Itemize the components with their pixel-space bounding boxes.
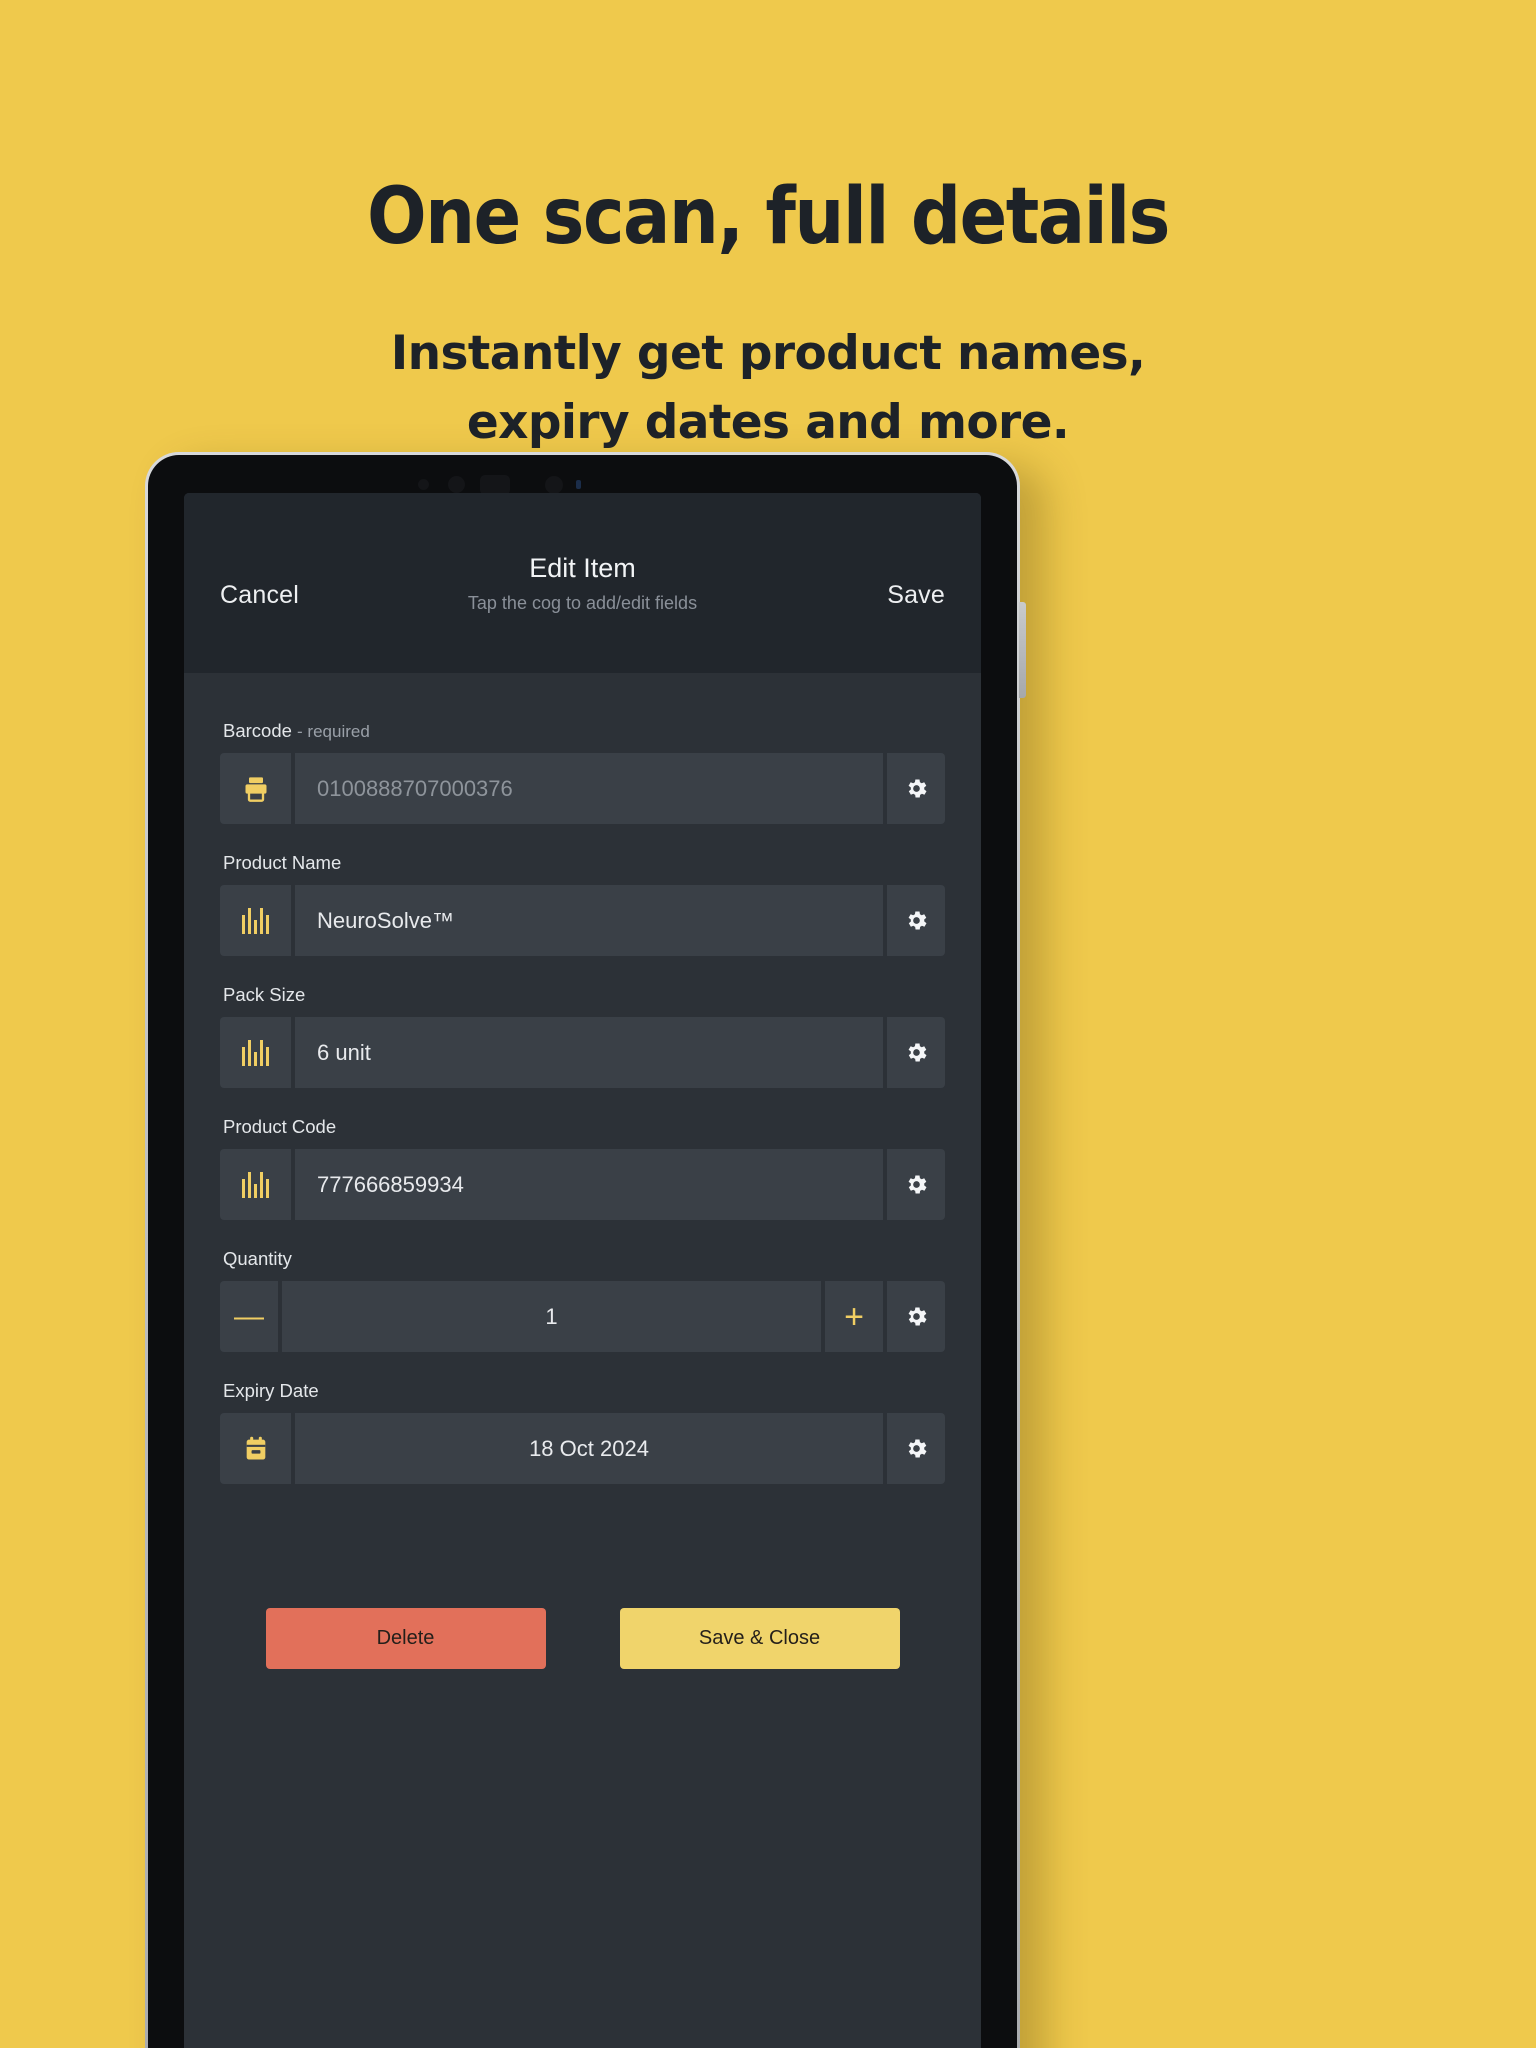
- camera-lens-secondary-icon: [545, 476, 563, 494]
- promo-subheadline-line-1: Instantly get product names,: [390, 326, 1146, 381]
- printer-icon: [220, 753, 291, 824]
- camera-sensor-icon: [418, 479, 429, 490]
- header-title-group: Edit Item Tap the cog to add/edit fields: [184, 553, 981, 614]
- gear-icon-product-code[interactable]: [887, 1149, 945, 1220]
- form-actions: Delete Save & Close: [220, 1512, 945, 1669]
- save-and-close-button[interactable]: Save & Close: [619, 1608, 900, 1669]
- product-name-input[interactable]: NeuroSolve™: [295, 885, 883, 956]
- field-label-expiry-date: Expiry Date: [223, 1380, 319, 1401]
- app-header: Cancel Edit Item Tap the cog to add/edit…: [184, 493, 981, 673]
- quantity-increment-button[interactable]: +: [825, 1281, 883, 1352]
- barcode-icon-pack-size: [220, 1017, 291, 1088]
- field-label-pack-size: Pack Size: [223, 984, 306, 1005]
- save-button[interactable]: Save: [887, 557, 945, 610]
- calendar-icon: [220, 1413, 291, 1484]
- field-row-barcode: 0100888707000376: [220, 753, 945, 824]
- barcode-bars: [241, 1171, 270, 1198]
- field-quantity: Quantity — 1 +: [220, 1248, 945, 1352]
- quantity-input[interactable]: 1: [282, 1281, 821, 1352]
- barcode-icon-product-name: [220, 885, 291, 956]
- expiry-date-input[interactable]: 18 Oct 2024: [295, 1413, 883, 1484]
- power-button[interactable]: [1019, 602, 1026, 698]
- gear-icon-expiry-date[interactable]: [887, 1413, 945, 1484]
- camera-lens-icon: [448, 476, 465, 493]
- device-bezel: Cancel Edit Item Tap the cog to add/edit…: [148, 455, 1017, 2048]
- camera-module: [418, 473, 598, 495]
- barcode-icon-product-code: [220, 1149, 291, 1220]
- edit-item-form: Barcode - required 0100888707000376 Prod…: [184, 673, 981, 1669]
- gear-icon-pack-size[interactable]: [887, 1017, 945, 1088]
- field-product-name: Product Name NeuroSolve™: [220, 852, 945, 956]
- camera-flash-icon: [576, 480, 581, 489]
- field-label-product-code: Product Code: [223, 1116, 337, 1137]
- field-label-quantity: Quantity: [223, 1248, 292, 1269]
- field-label-product-name: Product Name: [223, 852, 342, 873]
- delete-button[interactable]: Delete: [265, 1608, 546, 1669]
- gear-icon-product-name[interactable]: [887, 885, 945, 956]
- field-pack-size: Pack Size 6 unit: [220, 984, 945, 1088]
- field-row-product-name: NeuroSolve™: [220, 885, 945, 956]
- pack-size-input[interactable]: 6 unit: [295, 1017, 883, 1088]
- field-product-code: Product Code 777666859934: [220, 1116, 945, 1220]
- field-row-expiry-date: 18 Oct 2024: [220, 1413, 945, 1484]
- field-expiry-date: Expiry Date 18 Oct 2024: [220, 1380, 945, 1484]
- quantity-decrement-button[interactable]: —: [220, 1281, 278, 1352]
- page-title: Edit Item: [529, 552, 636, 583]
- gear-icon-barcode[interactable]: [887, 753, 945, 824]
- cancel-button[interactable]: Cancel: [220, 557, 299, 610]
- barcode-input[interactable]: 0100888707000376: [295, 753, 883, 824]
- minus-icon: —: [234, 1299, 264, 1333]
- promo-headline: One scan, full details: [367, 172, 1170, 262]
- field-barcode: Barcode - required 0100888707000376: [220, 720, 945, 824]
- field-required-note: - required: [297, 722, 370, 741]
- field-row-pack-size: 6 unit: [220, 1017, 945, 1088]
- field-row-product-code: 777666859934: [220, 1149, 945, 1220]
- product-code-input[interactable]: 777666859934: [295, 1149, 883, 1220]
- app-screen: Cancel Edit Item Tap the cog to add/edit…: [184, 493, 981, 2048]
- gear-icon-quantity[interactable]: [887, 1281, 945, 1352]
- promo-block: One scan, full details Instantly get pro…: [0, 0, 1536, 457]
- promo-subheadline: Instantly get product names, expiry date…: [0, 320, 1536, 457]
- barcode-bars: [241, 1039, 270, 1066]
- plus-icon: +: [844, 1297, 864, 1336]
- promo-subheadline-line-2: expiry dates and more.: [466, 394, 1070, 450]
- page-subtitle: Tap the cog to add/edit fields: [467, 592, 698, 613]
- field-row-quantity: — 1 +: [220, 1281, 945, 1352]
- field-label-text: Barcode: [223, 720, 292, 741]
- tablet-device: Cancel Edit Item Tap the cog to add/edit…: [145, 452, 1026, 2048]
- field-label-barcode: Barcode - required: [220, 720, 945, 742]
- barcode-bars: [241, 907, 270, 934]
- camera-lens-large-icon: [480, 475, 510, 495]
